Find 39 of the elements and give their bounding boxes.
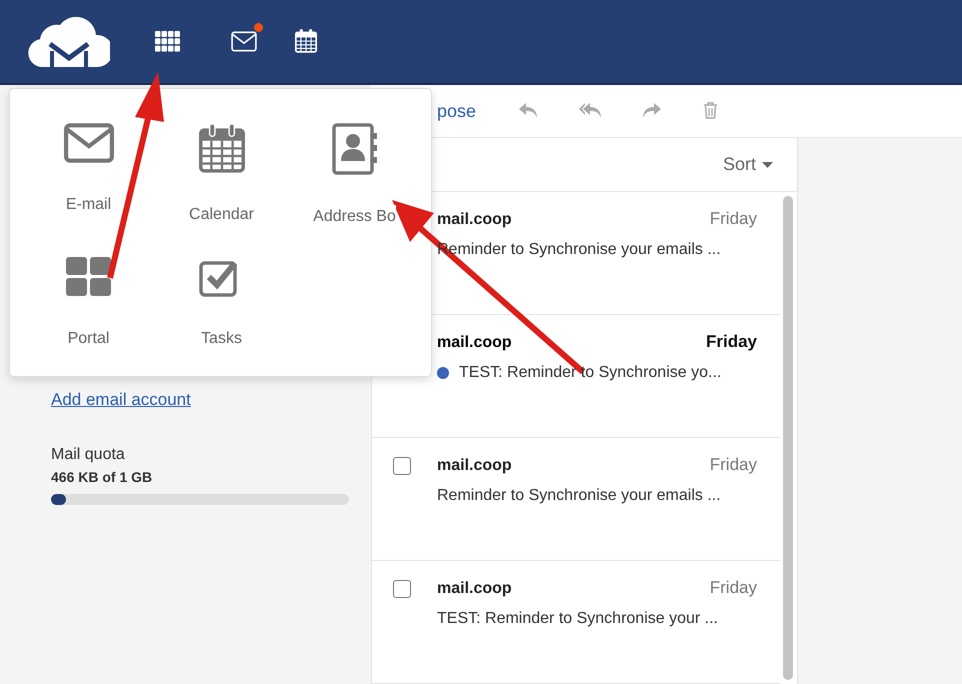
cloud-mail-logo[interactable] <box>28 16 110 66</box>
calendar-icon[interactable] <box>295 29 317 54</box>
calendar-icon <box>198 123 244 173</box>
message-date: Friday <box>706 331 757 353</box>
app-menu-item[interactable]: E-mail <box>22 109 155 243</box>
scrollbar-thumb[interactable] <box>783 196 793 680</box>
trash-icon[interactable] <box>703 102 718 120</box>
message-preview: TEST: Reminder to Synchronise yo... <box>459 363 722 383</box>
sender-name: mail.coop <box>437 456 512 476</box>
quota-usage: 466 KB of 1 GB <box>51 468 154 487</box>
reply-icon[interactable] <box>518 102 538 120</box>
mail-icon[interactable] <box>231 30 257 52</box>
message-row[interactable]: mail.coop Friday Reminder to Synchronise your emails ... <box>372 438 780 561</box>
checkbox[interactable] <box>393 457 411 475</box>
app-menu-item[interactable]: Tasks <box>155 243 288 377</box>
forward-icon[interactable] <box>642 102 662 120</box>
message-date: Friday <box>710 454 757 476</box>
add-account-link[interactable]: Add email account <box>51 390 191 409</box>
reply-all-icon[interactable] <box>579 102 602 120</box>
app-menu-item[interactable]: Calendar <box>155 109 288 243</box>
checkbox[interactable] <box>393 580 411 598</box>
message-preview: Reminder to Synchronise your emails ... <box>437 486 721 506</box>
caret-icon <box>762 162 773 168</box>
sort-button[interactable]: Sort <box>722 151 773 178</box>
sender-name: mail.coop <box>437 579 512 599</box>
compose-button[interactable]: pose <box>437 98 476 124</box>
app-menu-item[interactable]: Portal <box>22 243 155 377</box>
message-row[interactable]: mail.coop Friday TEST: Reminder to Synchronise your ... <box>372 561 780 684</box>
tiles-icon <box>66 257 112 297</box>
message-preview: TEST: Reminder to Synchronise your ... <box>437 609 718 629</box>
address-book-icon <box>332 123 378 175</box>
sender-name: mail.coop <box>437 210 512 230</box>
message-date: Friday <box>710 208 757 230</box>
unread-dot <box>437 367 449 379</box>
message-date: Friday <box>710 577 757 599</box>
apps-grid-icon[interactable] <box>155 30 180 52</box>
quota-label: Mail quota <box>51 445 126 465</box>
envelope-icon <box>64 123 114 163</box>
sender-name: mail.coop <box>437 333 512 353</box>
